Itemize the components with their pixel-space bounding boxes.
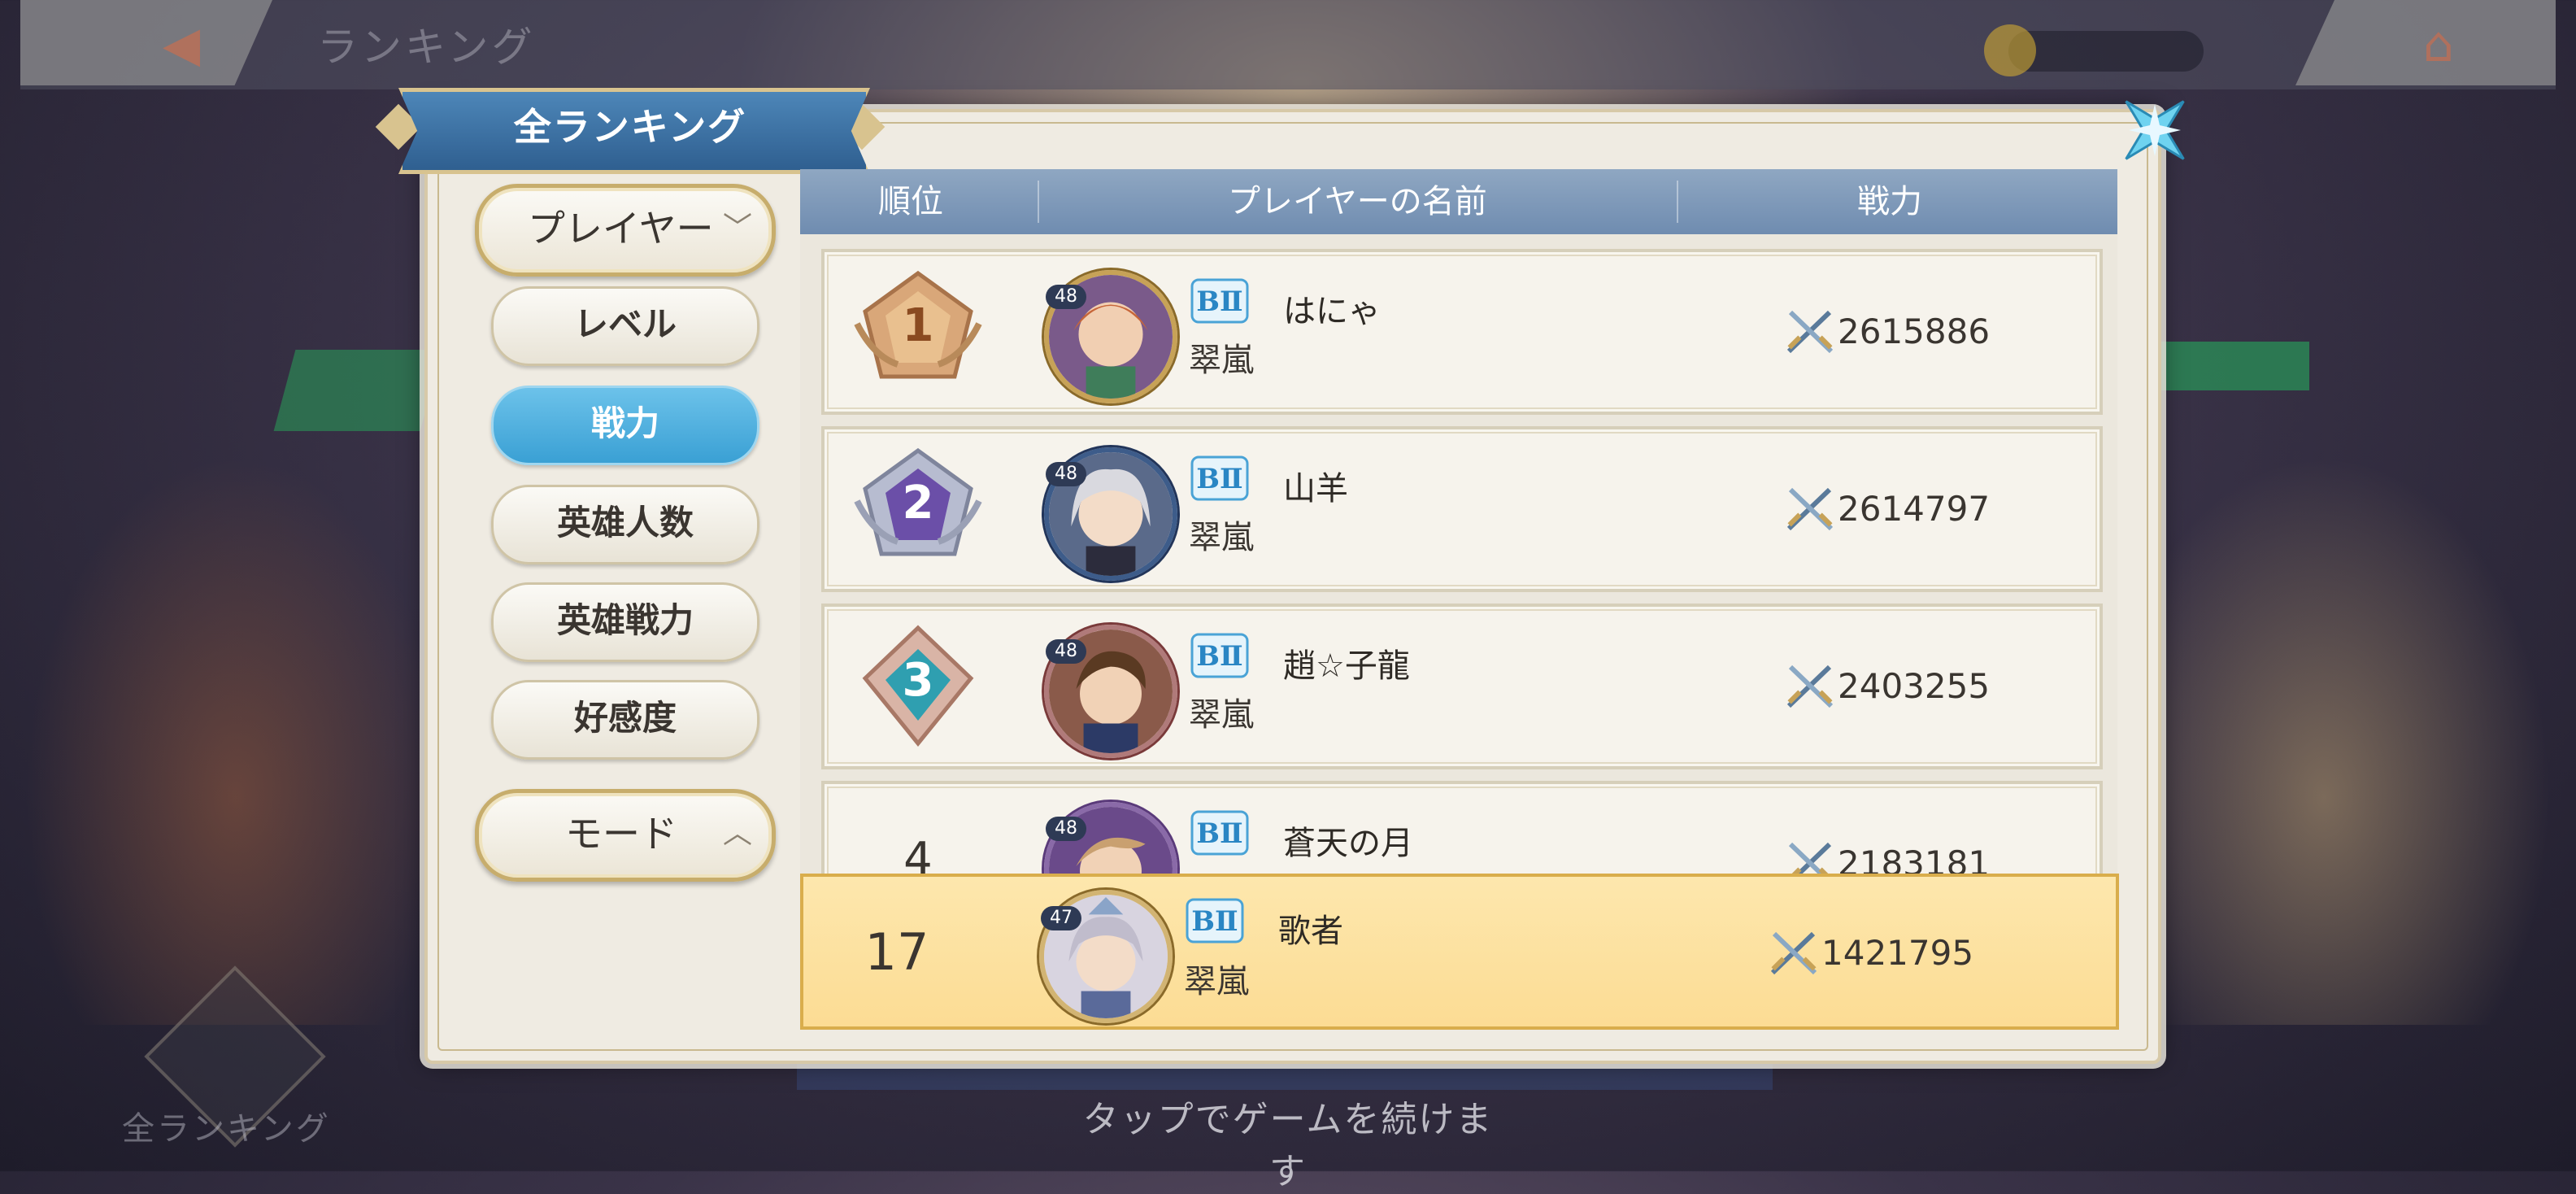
ranking-row[interactable]: 4 48 BⅡ 蒼天の月 2183181 <box>821 781 2103 877</box>
guild-rank-badge-icon: BⅡ <box>1186 898 1244 943</box>
header-power: 戦力 <box>1857 183 1922 220</box>
category-dropdown[interactable]: プレイヤー ﹀ <box>475 184 776 277</box>
chevron-down-icon: ﹀ <box>722 211 752 245</box>
menu-item-hero-power[interactable]: 英雄戦力 <box>491 582 759 662</box>
player-level: 48 <box>1046 639 1086 664</box>
header-player-name: プレイヤーの名前 <box>1228 183 1487 220</box>
crossed-swords-icon <box>1786 665 1834 708</box>
dialog-title: 全ランキング <box>513 105 747 149</box>
player-name: 山羊 <box>1283 470 1348 508</box>
rank-number: 4 <box>903 833 933 877</box>
home-icon: ⌂ <box>2422 16 2454 73</box>
ranking-list[interactable]: 1 48 BⅡ 翠嵐 はにゃ 2615886 2 48 BⅡ 翠嵐 山羊 261… <box>800 234 2117 877</box>
ranking-row[interactable]: 2 48 BⅡ 翠嵐 山羊 2614797 <box>821 426 2103 592</box>
power-value: 2614797 <box>1838 489 1991 529</box>
mode-dropdown-label: モード <box>565 812 677 856</box>
svg-text:BⅡ: BⅡ <box>1196 640 1242 673</box>
player-guild: 翠嵐 <box>1189 696 1254 734</box>
background-back-button <box>20 0 272 85</box>
background-bottom-label: 全ランキング <box>122 1110 331 1148</box>
background-banner-left <box>273 350 442 431</box>
self-level: 47 <box>1041 906 1081 930</box>
mode-dropdown[interactable]: モード ︿ <box>475 789 776 882</box>
back-arrow-icon: ◀ <box>163 16 201 73</box>
self-guild: 翠嵐 <box>1184 963 1249 1000</box>
svg-text:BⅡ: BⅡ <box>1196 285 1242 318</box>
chevron-up-icon: ︿ <box>722 817 752 850</box>
ranking-row[interactable]: 3 48 BⅡ 翠嵐 趙☆子龍 2403255 <box>821 604 2103 769</box>
player-guild: 翠嵐 <box>1189 342 1254 379</box>
player-level: 48 <box>1046 285 1086 309</box>
coin-icon <box>1984 24 2036 76</box>
menu-item-hero-count[interactable]: 英雄人数 <box>491 485 759 564</box>
power-value: 2403255 <box>1838 666 1991 706</box>
close-star-icon <box>2125 100 2185 160</box>
crossed-swords-icon <box>1786 487 1834 531</box>
svg-text:BⅡ: BⅡ <box>1196 817 1242 850</box>
background-characters-right <box>2096 455 2552 1025</box>
self-name: 歌者 <box>1278 913 1343 950</box>
rank-number: 3 <box>902 654 934 707</box>
table-header: 順位 プレイヤーの名前 戦力 <box>800 169 2117 234</box>
tap-to-continue-text[interactable]: タップでゲームを続けます <box>1067 1090 1509 1194</box>
player-level: 48 <box>1046 462 1086 486</box>
self-rank-number: 17 <box>864 922 929 982</box>
power-value: 2183181 <box>1838 843 1991 877</box>
guild-rank-badge-icon: BⅡ <box>1190 810 1249 856</box>
menu-item-affinity[interactable]: 好感度 <box>491 680 759 760</box>
crossed-swords-icon <box>1787 842 1833 877</box>
menu-item-power[interactable]: 戦力 <box>491 386 759 465</box>
player-level: 48 <box>1046 817 1086 841</box>
category-dropdown-label: プレイヤー <box>528 207 714 251</box>
player-name: 趙☆子龍 <box>1283 647 1410 685</box>
svg-text:BⅡ: BⅡ <box>1191 905 1238 938</box>
menu-item-level[interactable]: レベル <box>491 286 759 366</box>
background-screen-title: ランキング <box>317 24 536 71</box>
background-currency-bar <box>2008 31 2204 72</box>
svg-text:BⅡ: BⅡ <box>1196 463 1242 495</box>
dialog-title-plate: 全ランキング <box>375 88 886 174</box>
rank-number: 1 <box>902 299 934 352</box>
self-ranking-row[interactable]: 17 47 BⅡ 翠嵐 歌者 1421795 <box>800 874 2119 1030</box>
crossed-swords-icon <box>1786 310 1834 354</box>
header-divider <box>1677 181 1678 223</box>
header-rank: 順位 <box>878 183 943 220</box>
guild-rank-badge-icon: BⅡ <box>1190 278 1249 324</box>
background-banner-right <box>2139 342 2309 390</box>
ranking-row[interactable]: 1 48 BⅡ 翠嵐 はにゃ 2615886 <box>821 249 2103 415</box>
guild-rank-badge-icon: BⅡ <box>1190 455 1249 501</box>
guild-rank-badge-icon: BⅡ <box>1190 633 1249 678</box>
self-power-value: 1421795 <box>1821 933 1974 973</box>
header-divider <box>1038 181 1039 223</box>
close-button[interactable] <box>2106 81 2204 179</box>
crossed-swords-icon <box>1770 931 1817 975</box>
rank-number: 2 <box>902 477 934 529</box>
player-name: はにゃ <box>1283 293 1381 330</box>
player-guild: 翠嵐 <box>1189 519 1254 556</box>
power-value: 2615886 <box>1838 312 1991 351</box>
player-name: 蒼天の月 <box>1283 825 1413 862</box>
background-characters-left <box>24 455 447 1025</box>
